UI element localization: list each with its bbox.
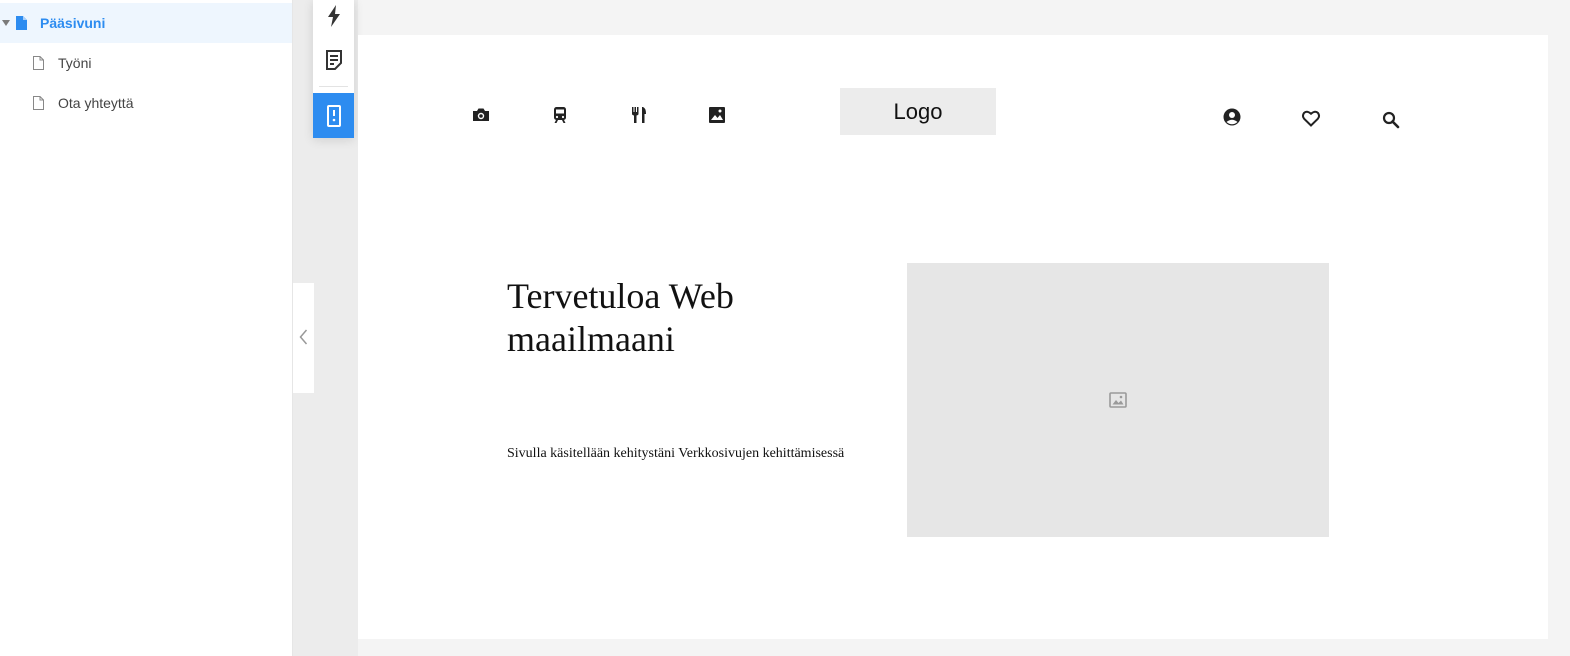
page-canvas: Logo Tervetuloa Web maailmaani Sivulla k… — [358, 35, 1548, 639]
expand-caret-icon[interactable] — [2, 20, 10, 26]
tool-strip — [313, 0, 354, 138]
tree-item-label: Pääsivuni — [40, 15, 106, 31]
mobile-icon — [326, 104, 341, 127]
train-icon[interactable] — [550, 105, 570, 125]
hero-text: Sivulla käsitellään kehitystäni Verkkosi… — [507, 446, 845, 461]
logo[interactable]: Logo — [840, 88, 996, 135]
account-circle-icon[interactable] — [1222, 107, 1242, 127]
search-icon[interactable] — [1381, 110, 1401, 130]
notes-button[interactable] — [313, 42, 354, 78]
image-icon[interactable] — [707, 105, 727, 125]
mobile-preview-button[interactable] — [313, 93, 354, 138]
tree-item-ota-yhteytta[interactable]: Ota yhteyttä — [0, 83, 292, 123]
lightning-icon — [327, 5, 340, 27]
toolbar-divider — [319, 86, 348, 87]
document-icon — [16, 16, 27, 30]
camera-icon[interactable] — [471, 105, 491, 125]
image-placeholder-icon — [1109, 392, 1127, 408]
collapse-sidebar-button[interactable] — [293, 283, 314, 393]
tree-item-label: Ota yhteyttä — [58, 95, 134, 111]
note-icon — [325, 50, 342, 70]
restaurant-icon[interactable] — [629, 105, 649, 125]
quick-actions-button[interactable] — [313, 0, 354, 32]
document-outline-icon — [33, 56, 44, 70]
heart-icon[interactable] — [1301, 108, 1321, 128]
chevron-left-icon — [299, 329, 308, 345]
tree-item-label: Työni — [58, 55, 92, 71]
hero-image-placeholder[interactable] — [907, 263, 1329, 537]
tree-item-tyoni[interactable]: Työni — [0, 43, 292, 83]
tree-item-paasivuni[interactable]: Pääsivuni — [0, 3, 292, 43]
page-tree-sidebar: Pääsivuni Työni Ota yhteyttä — [0, 0, 293, 656]
hero-title: Tervetuloa Web maailmaani — [507, 276, 734, 359]
document-outline-icon — [33, 96, 44, 110]
